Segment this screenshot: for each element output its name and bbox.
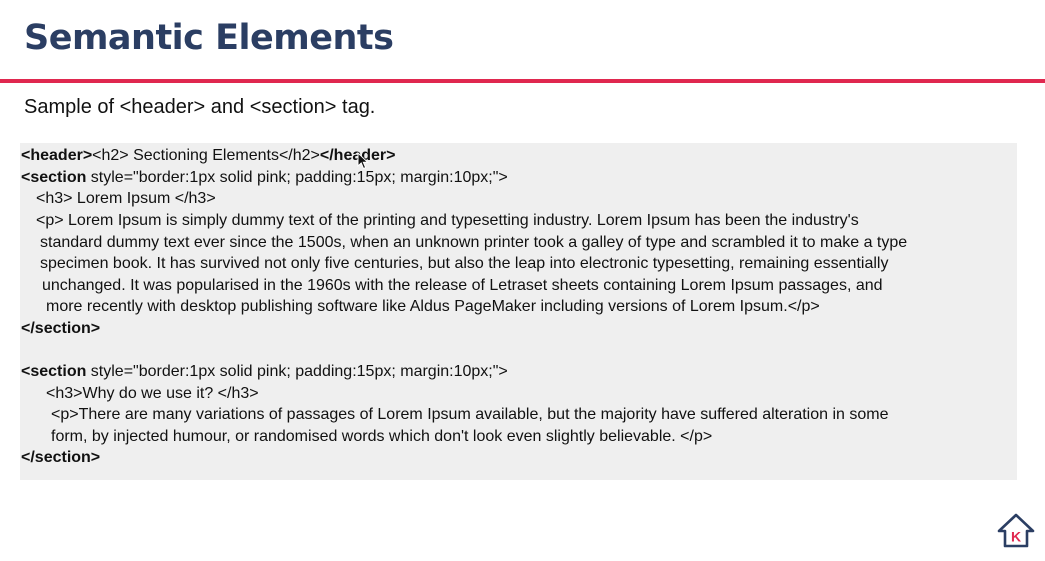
code-line: <section style="border:1px solid pink; p… [21,168,508,188]
code-line: unchanged. It was popularised in the 196… [42,277,883,294]
code-text: <h2> Sectioning Elements</h2> [92,147,320,164]
slide: Semantic Elements Sample of <header> and… [0,0,1045,561]
code-line: <p> Lorem Ipsum is simply dummy text of … [36,212,859,229]
code-line: <h3> Lorem Ipsum </h3> [36,190,216,207]
code-tag: <section [21,169,87,186]
code-line: form, by injected humour, or randomised … [51,428,713,445]
code-tag: </section> [21,320,101,337]
code-line: </section> [21,319,100,339]
code-line: <header><h2> Sectioning Elements</h2></h… [21,146,395,166]
code-line: <section style="border:1px solid pink; p… [21,362,508,382]
code-tag: </section> [21,449,101,466]
code-line: standard dummy text ever since the 1500s… [40,234,908,251]
mouse-pointer-icon [357,152,369,170]
code-line: more recently with desktop publishing so… [46,298,820,315]
title-divider [0,79,1045,83]
code-sample-box: <header><h2> Sectioning Elements</h2></h… [20,143,1017,480]
code-tag: <section [21,363,87,380]
logo-letter: K [1011,529,1021,545]
house-k-logo-icon: K [997,513,1035,548]
slide-title: Semantic Elements [24,18,394,58]
code-line: specimen book. It has survived not only … [40,255,889,272]
code-line: </section> [21,448,100,468]
slide-subtitle: Sample of <header> and <section> tag. [24,96,376,118]
code-line: <h3>Why do we use it? </h3> [46,385,259,402]
code-tag: <header> [21,147,93,164]
code-text: style="border:1px solid pink; padding:15… [86,169,508,186]
code-text: style="border:1px solid pink; padding:15… [86,363,508,380]
code-line: <p>There are many variations of passages… [51,406,889,423]
